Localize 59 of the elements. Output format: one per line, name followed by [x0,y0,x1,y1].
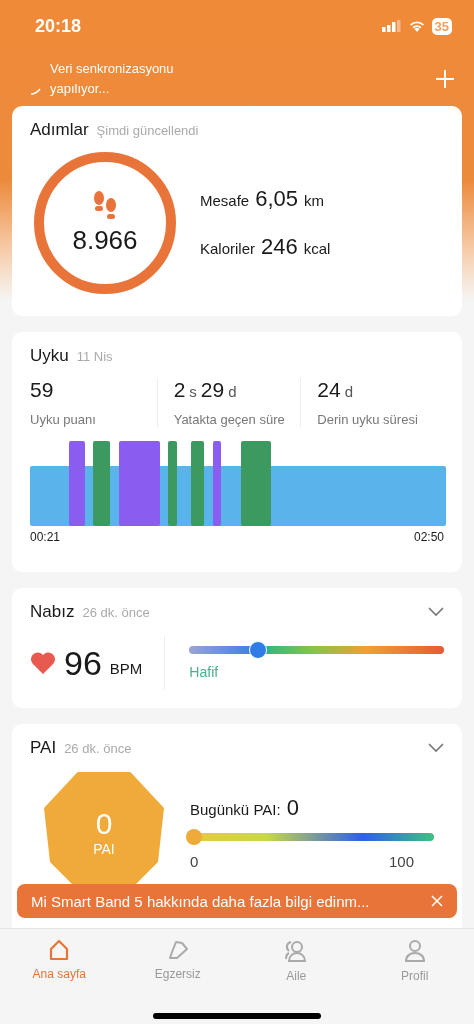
status-time: 20:18 [35,15,82,37]
heart-rate-zone: Hafif [189,664,219,680]
today-pai-value: 0 [286,794,299,821]
tab[interactable]: Profil [355,937,474,985]
stat-unit: kcal [303,240,331,257]
heart-rate-value: 96 [64,643,102,683]
stat-value: 2 [173,378,186,402]
heart-icon [30,652,56,674]
card-title: PAI [30,738,57,758]
stat-unit: d [228,383,237,400]
update-time: 26 dk. önce [82,605,150,620]
banner-text: Mi Smart Band 5 hakkında daha fazla bilgi edinm... [31,892,371,910]
stat-label: Derin uyku süresi [317,412,419,427]
sync-status: Veri senkronizasyonu yapılıyor... [50,60,175,98]
pai-score-label: PAI [93,841,115,857]
card-title: Adımlar [30,120,89,140]
chevron-down-icon[interactable] [428,607,444,617]
stat-value: 24 [317,378,341,402]
stat-value: 59 [30,378,54,402]
add-icon[interactable] [436,70,454,88]
tab[interactable]: Ana sayfa [0,937,119,985]
scale-max: 100 [388,852,414,870]
loading-spinner-icon [30,86,42,96]
stat-label: Yatakta geçen süre [173,412,286,427]
step-count: 8.966 [72,224,138,256]
signal-icon [381,20,402,32]
heart-rate-unit: BPM [109,659,143,677]
card-title: Uyku [30,346,69,366]
footprints-icon [92,190,118,221]
info-banner[interactable]: Mi Smart Band 5 hakkında daha fazla bilgi edinm... [17,884,457,918]
stat-label: Mesafe [200,192,250,209]
update-time: Şimdi güncellendi [96,123,199,138]
stat-unit: d [344,383,354,400]
sleep-date: 11 Nis [76,349,113,364]
update-time: 26 dk. önce [64,741,132,756]
heart-rate-card[interactable]: Nabız 26 dk. önce 96 BPM Hafif [12,588,462,708]
stat-value: 246 [261,234,298,260]
wifi-icon [408,20,425,32]
tab[interactable]: Egzersiz [118,937,237,985]
person-icon [403,939,426,963]
steps-card[interactable]: Adımlar Şimdi güncellendi 8.966 Mesafe 6,05 km Kaloriler 246 kcal [12,106,462,316]
scale-min: 0 [190,852,199,870]
card-title: Nabız [30,602,75,622]
stat-unit: km [304,192,325,209]
stat-value: 6,05 [255,186,299,212]
home-icon [48,939,71,961]
stat-value: 29 [200,378,225,402]
battery-level: 35 [431,17,452,35]
sleep-card[interactable]: Uyku 11 Nis 59 Uyku puanı 2 s 29 d Yatakta geçen süre 24 d Derin uyku süresi 00:21 02:50 [12,332,462,572]
chevron-down-icon[interactable] [428,743,444,753]
stat-unit: s [189,383,197,400]
today-pai-label: Bugünkü PAI: [190,800,281,818]
pai-score: 0 [95,807,113,841]
tab[interactable]: Aile [237,937,356,985]
close-icon[interactable] [431,895,443,907]
end-time: 02:50 [413,530,444,544]
start-time: 00:21 [30,530,61,544]
stat-label: Uyku puanı [30,412,97,427]
stat-label: Kaloriler [200,240,256,257]
